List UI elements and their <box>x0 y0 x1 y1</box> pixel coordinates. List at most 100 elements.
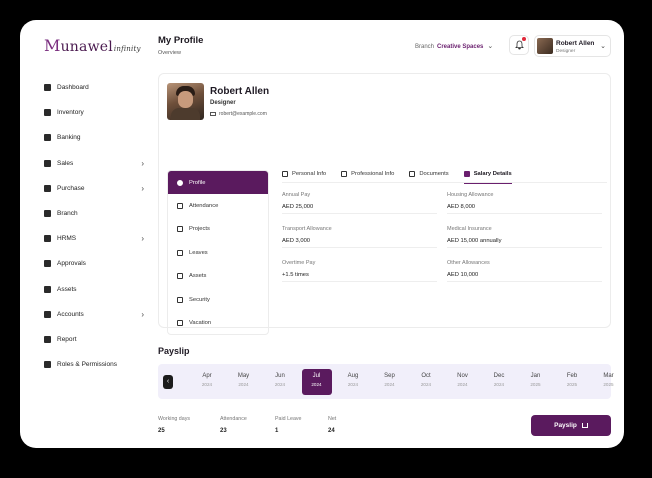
month-jul-2024[interactable]: Jul 2024 <box>301 369 332 395</box>
sidebar-item-approvals[interactable]: Approvals <box>44 251 144 276</box>
user-role: Designer <box>556 49 576 54</box>
month-may-2024[interactable]: May 2024 <box>229 369 259 395</box>
stat-label: Paid Leave <box>275 416 302 422</box>
month-nov-2024[interactable]: Nov 2024 <box>448 369 478 395</box>
month-jun-2024[interactable]: Jun 2024 <box>265 369 295 395</box>
payslip-download-button[interactable]: Payslip <box>531 415 611 436</box>
field-label: Transport Allowance <box>282 226 332 232</box>
sidebar-item-label: Purchase <box>57 184 85 192</box>
notifications-button[interactable] <box>509 35 529 55</box>
profile-menu-item-profile[interactable]: Profile <box>168 171 268 195</box>
profile-menu-item-leaves[interactable]: Leaves <box>168 241 268 264</box>
profile-menu-item-security[interactable]: Security <box>168 288 268 311</box>
tab-professional-info[interactable]: Professional Info <box>341 171 394 183</box>
stat-paid-leave: Paid Leave 1 <box>275 416 302 434</box>
month-dec-2024[interactable]: Dec 2024 <box>484 369 514 395</box>
sidebar: Munawelinfinity Dashboard Inventory Bankin… <box>20 20 150 448</box>
field-label: Medical Insurance <box>447 226 492 232</box>
sidebar-item-hrms[interactable]: HRMS › <box>44 226 144 251</box>
profile-menu-item-vacation[interactable]: Vacation <box>168 311 268 334</box>
purchase-icon <box>44 184 51 192</box>
month-name: Jul <box>312 373 321 379</box>
salary-icon <box>463 171 470 177</box>
sidebar-item-banking[interactable]: Banking <box>44 125 144 150</box>
sidebar-item-dashboard[interactable]: Dashboard <box>44 75 144 100</box>
approvals-icon <box>44 260 51 268</box>
profile-menu-label: Profile <box>189 179 206 186</box>
chevron-down-icon: ⌄ <box>487 43 494 50</box>
salary-field: Other Allowances AED 10,000 <box>447 260 602 282</box>
month-name: Sep <box>384 373 395 379</box>
brand-logo[interactable]: Munawelinfinity <box>44 36 141 55</box>
download-icon <box>581 423 588 428</box>
sidebar-item-assets[interactable]: Assets <box>44 277 144 302</box>
month-name: Dec <box>493 373 505 379</box>
sidebar-item-purchase[interactable]: Purchase › <box>44 176 144 201</box>
month-name: Nov <box>457 373 468 379</box>
month-apr-2024[interactable]: Apr 2024 <box>192 369 222 395</box>
sidebar-nav: Dashboard Inventory Banking Sales › Purchase ›… <box>44 75 144 377</box>
month-year: 2024 <box>311 382 322 387</box>
accounts-icon <box>44 310 51 318</box>
hrms-icon <box>44 235 51 243</box>
branch-icon <box>44 210 51 218</box>
profile-card: Robert Allen Designer robert@example.com… <box>158 73 611 335</box>
sidebar-item-label: Accounts <box>57 310 84 318</box>
sidebar-item-report[interactable]: Report <box>44 327 144 352</box>
bank-icon <box>44 134 51 142</box>
sidebar-item-roles-permissions[interactable]: Roles & Permissions <box>44 352 144 377</box>
month-name: Oct <box>421 373 431 379</box>
user-menu[interactable]: Robert Allen Designer ⌄ <box>534 35 611 57</box>
sidebar-item-sales[interactable]: Sales › <box>44 151 144 176</box>
branch-selector[interactable]: Branch Creative Spaces ⌄ <box>415 42 493 50</box>
month-year: 2025 <box>603 382 614 387</box>
grid-icon <box>44 84 51 92</box>
tab-salary-details[interactable]: Salary Details <box>463 171 512 184</box>
branch-label: Branch <box>415 44 435 50</box>
field-divider <box>282 213 437 214</box>
branch-value: Creative Spaces <box>437 44 484 50</box>
profile-menu-item-attendance[interactable]: Attendance <box>168 194 268 217</box>
field-divider <box>447 213 602 214</box>
previous-month-button[interactable]: ‹ <box>163 375 173 389</box>
tab-label: Documents <box>419 171 449 177</box>
tab-personal-info[interactable]: Personal Info <box>282 171 326 183</box>
tab-documents[interactable]: Documents <box>409 171 449 183</box>
plane-icon <box>177 320 183 327</box>
sidebar-item-inventory[interactable]: Inventory <box>44 100 144 125</box>
sidebar-item-label: Sales <box>57 159 74 167</box>
profile-menu-item-assets[interactable]: Assets <box>168 265 268 288</box>
sidebar-item-label: Assets <box>57 285 77 293</box>
salary-field: Overtime Pay +1.5 times <box>282 260 437 282</box>
month-mar-2025[interactable]: Mar 2025 <box>594 369 624 395</box>
field-divider <box>282 247 437 248</box>
profile-menu-label: Leaves <box>189 249 208 256</box>
chevron-right-icon: › <box>141 234 144 244</box>
month-year: 2025 <box>566 382 578 387</box>
month-oct-2024[interactable]: Oct 2024 <box>411 369 441 395</box>
stat-value: 23 <box>220 428 227 434</box>
tab-label: Personal Info <box>292 171 327 177</box>
month-year: 2024 <box>201 382 213 387</box>
profile-menu-item-projects[interactable]: Projects <box>168 218 268 241</box>
stat-net: Net 24 <box>328 416 336 434</box>
sidebar-item-accounts[interactable]: Accounts › <box>44 302 144 327</box>
profile-menu-label: Security <box>189 296 210 303</box>
bell-icon <box>514 40 524 50</box>
month-jan-2025[interactable]: Jan 2025 <box>521 369 551 395</box>
sidebar-item-label: Dashboard <box>57 84 89 92</box>
month-sep-2024[interactable]: Sep 2024 <box>375 369 405 395</box>
user-name: Robert Allen <box>556 40 595 47</box>
sidebar-item-branch[interactable]: Branch <box>44 201 144 226</box>
stat-value: 1 <box>275 428 279 434</box>
stat-label: Attendance <box>220 416 247 422</box>
field-value: AED 15,000 annually <box>447 238 502 244</box>
month-aug-2024[interactable]: Aug 2024 <box>338 369 368 395</box>
breadcrumb: Overview <box>158 50 181 56</box>
month-feb-2025[interactable]: Feb 2025 <box>557 369 587 395</box>
stat-value: 24 <box>328 428 335 434</box>
sidebar-item-label: HRMS <box>57 235 77 243</box>
profile-menu-label: Projects <box>189 226 210 233</box>
field-value: AED 8,000 <box>447 204 476 210</box>
month-year: 2024 <box>347 382 359 387</box>
